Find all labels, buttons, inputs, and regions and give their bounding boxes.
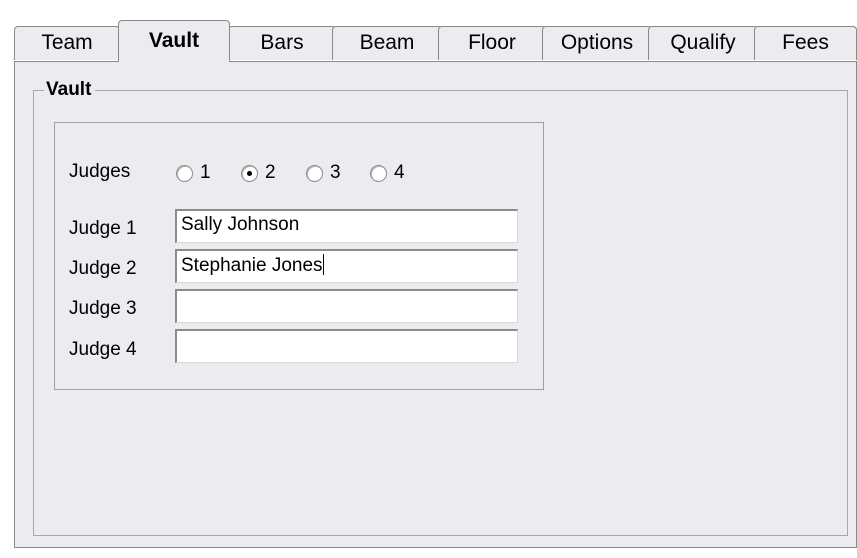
judge-2-value: Stephanie Jones xyxy=(181,255,323,276)
tab-strip: Team Vault Bars Beam Floor Options Quali… xyxy=(14,20,857,62)
tab-page-vault: Vault Judges 1 2 3 4 Judge 1 Sally Johns… xyxy=(14,61,857,548)
judge-2-label: Judge 2 xyxy=(69,258,137,279)
radio-label: 3 xyxy=(330,162,341,183)
judges-radio-4[interactable]: 4 xyxy=(370,160,405,186)
judge-1-label: Judge 1 xyxy=(69,218,137,239)
tab-floor[interactable]: Floor xyxy=(438,26,546,60)
judges-panel: Judges 1 2 3 4 Judge 1 Sally Johnson Jud… xyxy=(54,122,544,390)
judge-2-field[interactable]: Stephanie Jones xyxy=(175,249,518,283)
tab-team[interactable]: Team xyxy=(14,26,120,60)
judge-4-label: Judge 4 xyxy=(69,339,137,360)
judge-4-field[interactable] xyxy=(175,329,518,363)
radio-circle-icon xyxy=(176,164,193,182)
judges-radio-3[interactable]: 3 xyxy=(306,160,341,186)
judges-radio-2[interactable]: 2 xyxy=(241,160,276,186)
tab-fees[interactable]: Fees xyxy=(754,26,857,60)
tab-options[interactable]: Options xyxy=(542,26,652,60)
radio-label: 2 xyxy=(265,162,276,183)
tab-bars[interactable]: Bars xyxy=(228,26,336,60)
radio-checked-icon xyxy=(241,164,258,182)
text-caret xyxy=(322,254,324,275)
radio-circle-icon xyxy=(306,164,323,182)
tab-beam[interactable]: Beam xyxy=(332,26,442,60)
radio-label: 1 xyxy=(200,162,211,183)
radio-label: 4 xyxy=(394,162,405,183)
tab-qualify[interactable]: Qualify xyxy=(648,26,758,60)
judge-1-field[interactable]: Sally Johnson xyxy=(175,209,518,243)
radio-circle-icon xyxy=(370,164,387,182)
judges-count-label: Judges xyxy=(69,161,131,182)
judges-radio-1[interactable]: 1 xyxy=(176,160,211,186)
vault-group-box: Vault Judges 1 2 3 4 Judge 1 Sally Johns… xyxy=(33,79,848,536)
judge-3-label: Judge 3 xyxy=(69,298,137,319)
dialog-window: Team Vault Bars Beam Floor Options Quali… xyxy=(0,0,857,558)
judge-3-field[interactable] xyxy=(175,289,518,323)
group-box-title: Vault xyxy=(44,79,96,101)
tab-vault[interactable]: Vault xyxy=(118,20,230,62)
